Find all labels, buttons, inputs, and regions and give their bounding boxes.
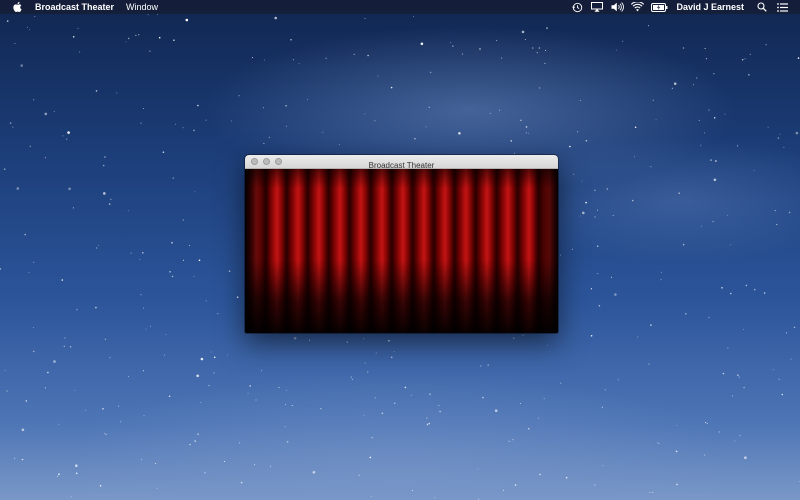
- menu-bar: Broadcast Theater Window David J Earnest: [0, 0, 800, 14]
- apple-icon[interactable]: [12, 1, 24, 13]
- red-curtain-image: [245, 169, 558, 333]
- theater-stage: [245, 169, 558, 333]
- window-menu[interactable]: Window: [126, 0, 158, 14]
- wifi-icon[interactable]: [629, 0, 645, 14]
- spotlight-search-icon[interactable]: [754, 0, 770, 14]
- window-titlebar[interactable]: Broadcast Theater: [245, 155, 558, 170]
- broadcast-theater-window[interactable]: Broadcast Theater: [245, 155, 558, 333]
- time-machine-icon[interactable]: [569, 0, 585, 14]
- airplay-icon[interactable]: [589, 0, 605, 14]
- desktop: Broadcast Theater Window David J Earnest: [0, 0, 800, 500]
- user-name[interactable]: David J Earnest: [676, 0, 744, 14]
- minimize-button[interactable]: [263, 158, 270, 165]
- app-menu[interactable]: Broadcast Theater: [35, 0, 114, 14]
- close-button[interactable]: [251, 158, 258, 165]
- battery-icon[interactable]: [649, 0, 669, 14]
- status-area: David J Earnest: [565, 0, 790, 14]
- notification-center-icon[interactable]: [774, 0, 790, 14]
- zoom-button[interactable]: [275, 158, 282, 165]
- volume-icon[interactable]: [609, 0, 625, 14]
